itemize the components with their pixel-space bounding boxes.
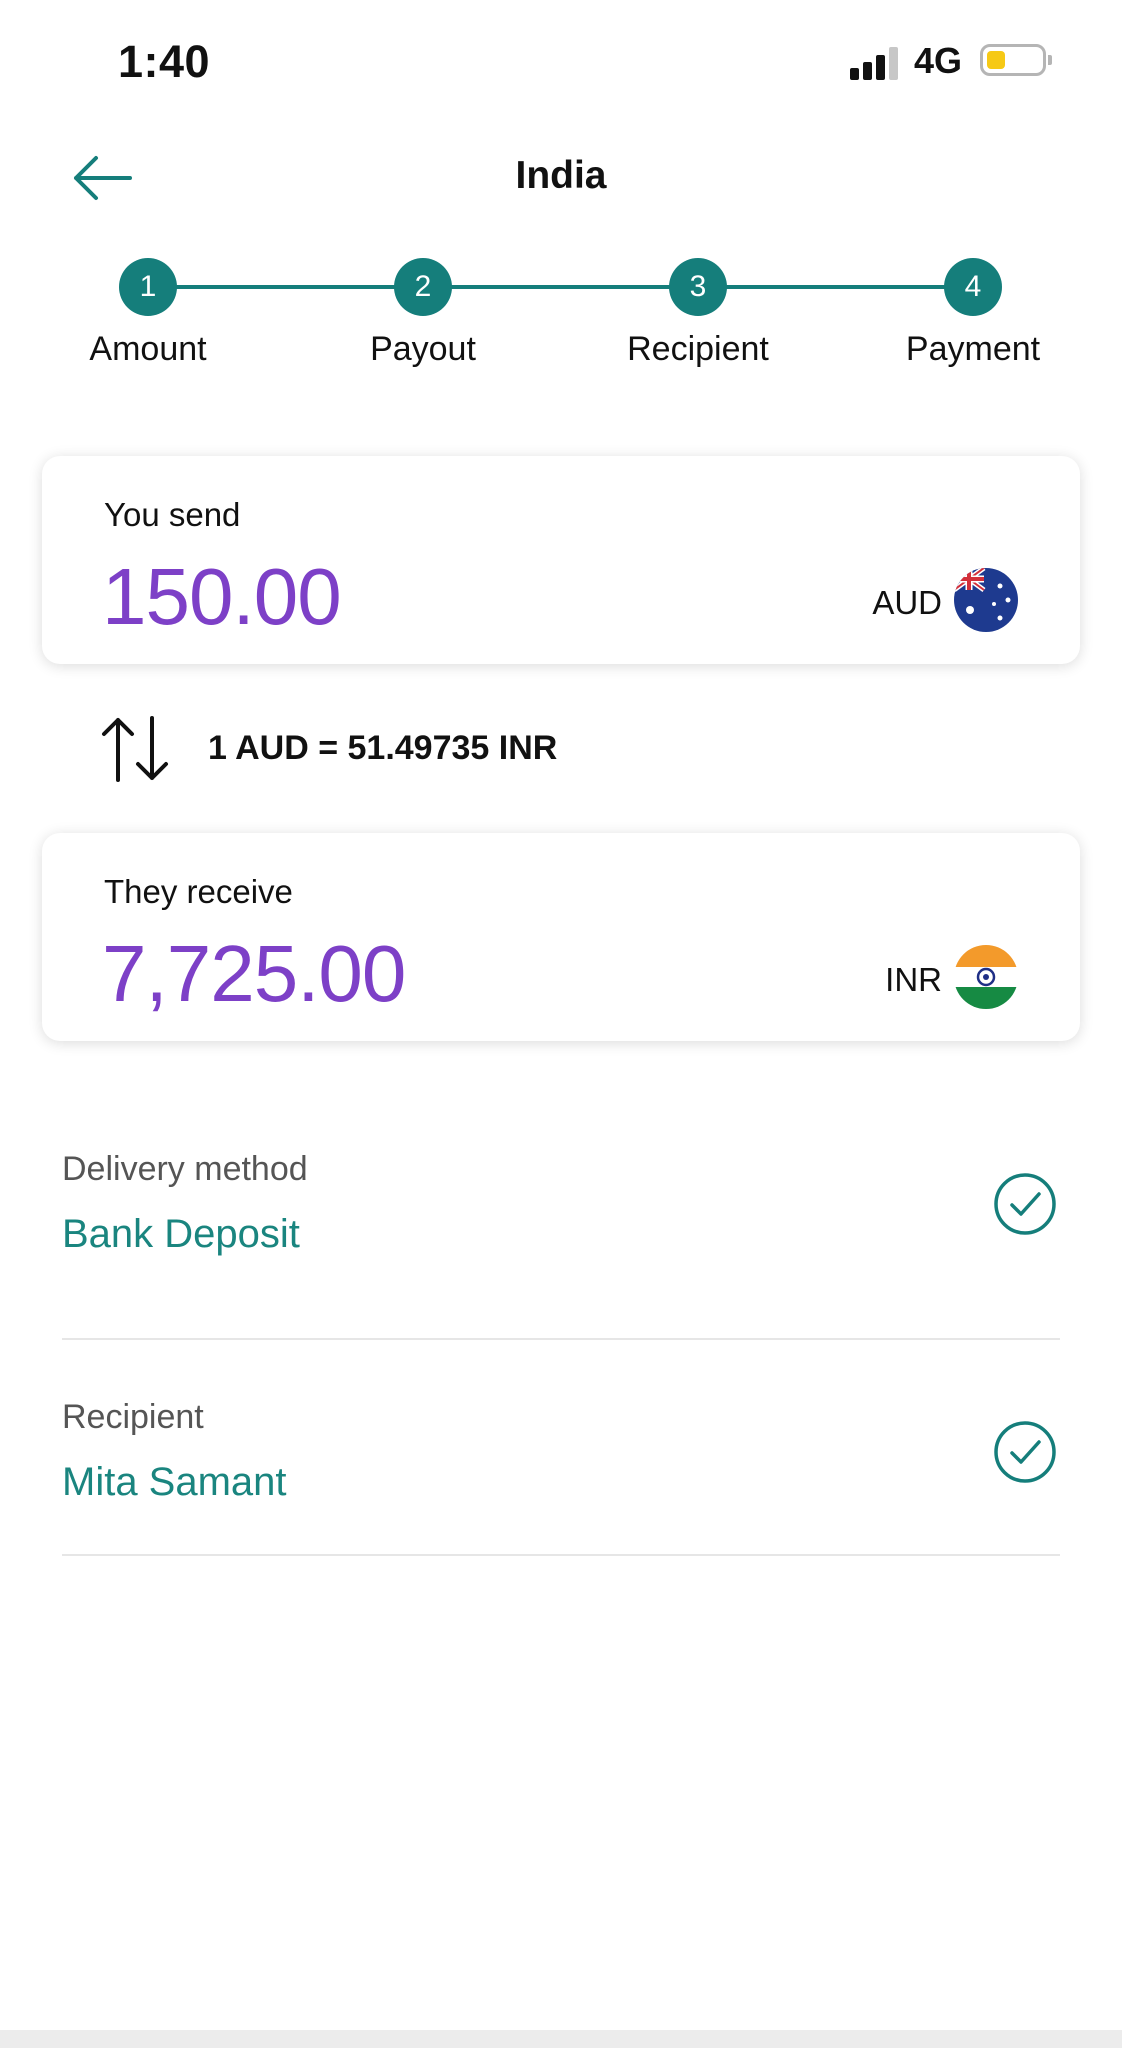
page-title: India	[515, 154, 607, 197]
send-amount-input[interactable]: 150.00	[102, 551, 342, 643]
network-type: 4G	[914, 40, 963, 81]
delivery-method-value[interactable]: Bank Deposit	[62, 1212, 300, 1257]
step-4-circle[interactable]: 4	[944, 258, 1002, 316]
recipient-label: Recipient	[62, 1398, 204, 1436]
signal-icon	[850, 46, 902, 80]
stepper-line	[148, 285, 974, 289]
step-4-label: Payment	[905, 330, 1041, 368]
send-currency[interactable]: AUD	[872, 584, 942, 622]
receive-currency[interactable]: INR	[885, 961, 942, 999]
receive-amount-card[interactable]: They receive 7,725.00 INR	[42, 833, 1080, 1041]
status-time: 1:40	[118, 36, 211, 87]
back-arrow-icon[interactable]	[70, 154, 134, 202]
battery-icon	[980, 44, 1052, 76]
send-label: You send	[104, 496, 241, 533]
india-flag-icon[interactable]	[954, 945, 1018, 1009]
step-1-label: Amount	[89, 330, 207, 368]
bottom-sheet-edge	[0, 2030, 1122, 2048]
divider	[62, 1338, 1060, 1340]
receive-amount-input[interactable]: 7,725.00	[102, 928, 406, 1020]
send-amount-card[interactable]: You send 150.00 AUD	[42, 456, 1080, 664]
step-2-label: Payout	[370, 330, 476, 368]
delivery-method-label: Delivery method	[62, 1150, 308, 1188]
step-1-circle[interactable]: 1	[119, 258, 177, 316]
step-3-circle[interactable]: 3	[669, 258, 727, 316]
recipient-value[interactable]: Mita Samant	[62, 1460, 287, 1505]
australia-flag-icon[interactable]	[954, 568, 1018, 632]
receive-label: They receive	[104, 873, 293, 910]
recipient-check-icon[interactable]	[993, 1420, 1057, 1484]
delivery-check-icon[interactable]	[993, 1172, 1057, 1236]
step-3-label: Recipient	[627, 330, 769, 368]
divider	[62, 1554, 1060, 1556]
step-2-circle[interactable]: 2	[394, 258, 452, 316]
exchange-rate-text: 1 AUD = 51.49735 INR	[208, 729, 558, 767]
swap-arrows-icon[interactable]	[100, 714, 170, 784]
